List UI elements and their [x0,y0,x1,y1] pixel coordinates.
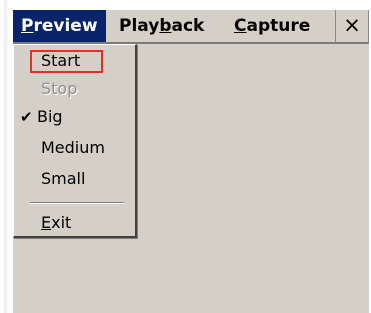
window-edge [0,0,9,313]
menu-item-stop: Stop [14,75,135,103]
menu-item-medium-label: Medium [41,138,105,157]
menu-playback-mnemonic: b [159,16,172,36]
menu-preview-mnemonic: P [21,16,34,36]
menu-item-small-label: Small [41,169,86,188]
menu-playback-label-post: ack [171,16,205,36]
menu-capture-mnemonic: C [234,16,247,36]
menu-item-big[interactable]: ✔ Big [14,103,135,131]
menu-item-exit[interactable]: Exit [14,209,135,237]
menu-capture-label: apture [246,16,311,36]
menu-item-exit-label: Exit [41,209,71,237]
menu-item-exit-mnemonic: E [41,213,52,232]
menu-item-small[interactable]: Small [14,165,135,193]
menu-item-exit-label-post: xit [51,213,72,232]
menu-item-start-label: Start [41,51,81,70]
close-button[interactable]: × [335,10,369,42]
menu-item-start[interactable]: Start [14,47,135,75]
app-window: Preview Playback Capture × Start Stop ✔ … [0,0,371,313]
menu-preview-label: review [33,16,98,36]
preview-dropdown-menu: Start Stop ✔ Big Medium Small Exit [13,44,137,238]
menu-playback-label-pre: Play [119,16,160,36]
menu-preview[interactable]: Preview [13,10,106,42]
menu-capture[interactable]: Capture [228,10,316,42]
menu-item-big-label: Big [37,107,63,126]
checkmark-icon: ✔ [20,108,33,126]
menu-item-medium[interactable]: Medium [14,134,135,162]
menu-item-stop-label: Stop [41,79,78,98]
menu-playback[interactable]: Playback [113,10,210,42]
menu-separator [30,202,124,204]
close-icon: × [343,13,361,37]
